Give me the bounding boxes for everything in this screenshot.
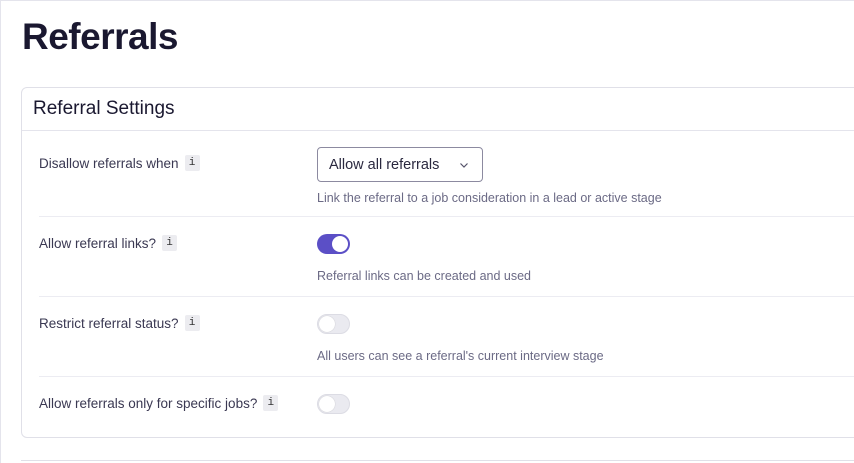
specific-jobs-only-toggle[interactable] xyxy=(317,394,350,414)
setting-help-text: All users can see a referral's current i… xyxy=(317,349,604,363)
restrict-referral-status-toggle[interactable] xyxy=(317,314,350,334)
row-divider xyxy=(39,296,854,297)
info-icon[interactable]: i xyxy=(162,235,178,251)
toggle-knob xyxy=(332,236,348,252)
page-title: Referrals xyxy=(22,16,178,57)
row-divider xyxy=(39,216,854,217)
setting-help-text: Referral links can be created and used xyxy=(317,269,532,283)
page-top-border xyxy=(0,0,854,1)
chevron-down-icon xyxy=(460,162,468,168)
setting-label: Restrict referral status? xyxy=(39,315,179,331)
info-icon[interactable]: i xyxy=(184,315,200,331)
allow-referral-links-toggle[interactable] xyxy=(317,234,350,254)
setting-label-row: Disallow referrals when i xyxy=(39,155,200,171)
page-left-border xyxy=(0,0,1,463)
select-value: Allow all referrals xyxy=(329,156,440,173)
setting-label: Allow referral links? xyxy=(39,235,157,251)
toggle-knob xyxy=(319,316,335,332)
setting-label-row: Allow referral links? i xyxy=(39,235,178,251)
referral-settings-card: Referral Settings Disallow referrals whe… xyxy=(21,87,854,438)
toggle-knob xyxy=(319,396,335,412)
setting-label: Disallow referrals when xyxy=(39,155,179,171)
setting-label: Allow referrals only for specific jobs? xyxy=(39,395,258,411)
card-title: Referral Settings xyxy=(33,98,175,119)
disallow-referrals-select[interactable]: Allow all referrals xyxy=(317,147,483,182)
next-section-border xyxy=(21,460,854,461)
info-icon[interactable]: i xyxy=(263,395,279,411)
row-divider xyxy=(39,376,854,377)
setting-help-text: Link the referral to a job consideration… xyxy=(317,191,662,205)
setting-label-row: Restrict referral status? i xyxy=(39,315,200,331)
card-header: Referral Settings xyxy=(22,88,854,131)
setting-label-row: Allow referrals only for specific jobs? … xyxy=(39,395,279,411)
info-icon[interactable]: i xyxy=(184,155,200,171)
